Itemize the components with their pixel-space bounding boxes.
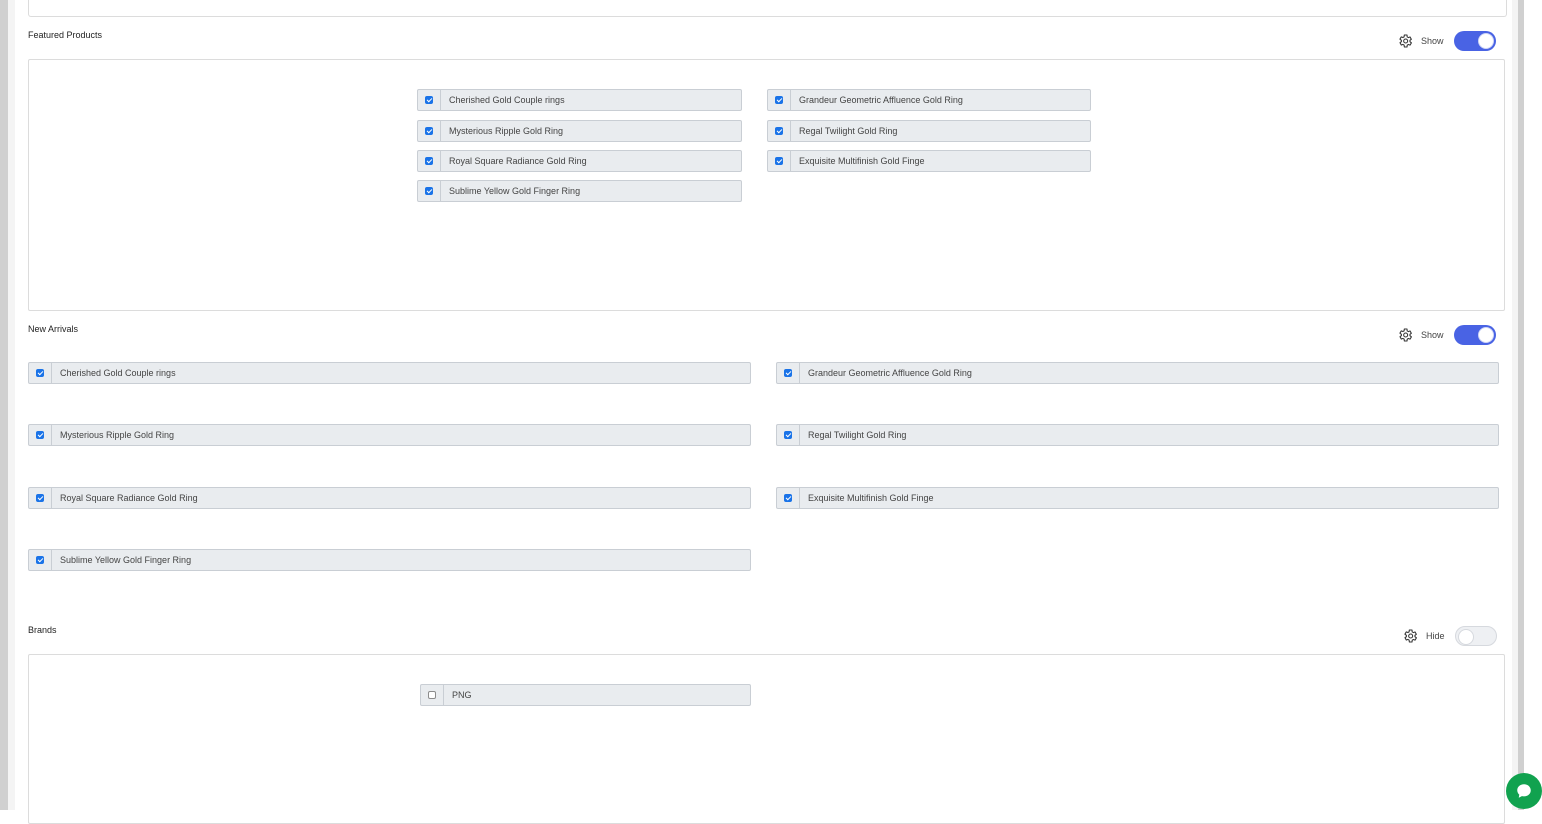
item-checkbox[interactable] bbox=[425, 96, 433, 104]
checkbox-cell bbox=[777, 425, 800, 445]
arrival-item-3[interactable]: Mysterious Ripple Gold Ring bbox=[28, 424, 751, 446]
item-checkbox[interactable] bbox=[36, 556, 44, 564]
featured-item-4[interactable]: Regal Twilight Gold Ring bbox=[767, 120, 1091, 142]
item-label: Royal Square Radiance Gold Ring bbox=[60, 493, 198, 503]
item-checkbox[interactable] bbox=[425, 127, 433, 135]
item-checkbox[interactable] bbox=[36, 494, 44, 502]
gear-icon[interactable] bbox=[1397, 33, 1413, 49]
featured-item-3[interactable]: Mysterious Ripple Gold Ring bbox=[417, 120, 742, 142]
item-label: Royal Square Radiance Gold Ring bbox=[449, 156, 587, 166]
item-checkbox[interactable] bbox=[775, 127, 783, 135]
checkbox-cell bbox=[418, 151, 441, 171]
item-label: Exquisite Multifinish Gold Finge bbox=[808, 493, 934, 503]
featured-products-panel: Cherished Gold Couple rings Grandeur Geo… bbox=[28, 59, 1505, 311]
featured-item-7[interactable]: Sublime Yellow Gold Finger Ring bbox=[417, 180, 742, 202]
previous-section-panel bbox=[28, 0, 1507, 17]
new-arrivals-visibility-label: Show bbox=[1421, 330, 1444, 340]
item-label: Exquisite Multifinish Gold Finge bbox=[799, 156, 925, 166]
brands-toggle[interactable] bbox=[1454, 626, 1497, 646]
checkbox-cell bbox=[29, 488, 52, 508]
item-checkbox[interactable] bbox=[36, 369, 44, 377]
item-checkbox[interactable] bbox=[36, 431, 44, 439]
arrival-item-1[interactable]: Cherished Gold Couple rings bbox=[28, 362, 751, 384]
checkbox-cell bbox=[768, 151, 791, 171]
item-checkbox[interactable] bbox=[425, 187, 433, 195]
gear-icon[interactable] bbox=[1402, 628, 1418, 644]
item-checkbox[interactable] bbox=[428, 691, 436, 699]
checkbox-cell bbox=[29, 425, 52, 445]
brand-item-png[interactable]: PNG bbox=[420, 684, 751, 706]
brands-title: Brands bbox=[28, 625, 57, 635]
featured-item-1[interactable]: Cherished Gold Couple rings bbox=[417, 89, 742, 111]
toggle-knob bbox=[1477, 327, 1494, 343]
item-label: Grandeur Geometric Affluence Gold Ring bbox=[808, 368, 972, 378]
item-label: PNG bbox=[452, 690, 472, 700]
checkbox-cell bbox=[768, 121, 791, 141]
checkbox-cell bbox=[418, 90, 441, 110]
item-checkbox[interactable] bbox=[425, 157, 433, 165]
item-label: Mysterious Ripple Gold Ring bbox=[449, 126, 564, 136]
checkbox-cell bbox=[418, 181, 441, 201]
featured-products-toggle[interactable] bbox=[1453, 31, 1496, 51]
checkbox-cell bbox=[777, 488, 800, 508]
featured-products-title: Featured Products bbox=[28, 30, 103, 40]
item-checkbox[interactable] bbox=[784, 431, 792, 439]
item-label: Cherished Gold Couple rings bbox=[449, 95, 565, 105]
item-label: Regal Twilight Gold Ring bbox=[799, 126, 898, 136]
arrival-item-7[interactable]: Sublime Yellow Gold Finger Ring bbox=[28, 549, 751, 571]
item-checkbox[interactable] bbox=[775, 96, 783, 104]
checkbox-cell bbox=[777, 363, 800, 383]
checkbox-cell bbox=[29, 363, 52, 383]
new-arrivals-toggle[interactable] bbox=[1453, 325, 1496, 345]
toggle-knob bbox=[1477, 33, 1494, 49]
item-label: Sublime Yellow Gold Finger Ring bbox=[60, 555, 192, 565]
brands-controls: Hide bbox=[1402, 626, 1497, 646]
item-checkbox[interactable] bbox=[775, 157, 783, 165]
item-label: Sublime Yellow Gold Finger Ring bbox=[449, 186, 581, 196]
checkbox-cell bbox=[418, 121, 441, 141]
page-frame-left bbox=[0, 0, 8, 810]
arrival-item-6[interactable]: Exquisite Multifinish Gold Finge bbox=[776, 487, 1499, 509]
new-arrivals-controls: Show bbox=[1397, 325, 1496, 345]
page-scrollbar[interactable] bbox=[1518, 0, 1524, 810]
featured-products-controls: Show bbox=[1397, 31, 1496, 51]
chat-bubble-icon bbox=[1517, 784, 1531, 798]
chat-button[interactable] bbox=[1506, 773, 1542, 809]
page-gutter-left bbox=[8, 0, 15, 810]
featured-item-5[interactable]: Royal Square Radiance Gold Ring bbox=[417, 150, 742, 172]
arrival-item-2[interactable]: Grandeur Geometric Affluence Gold Ring bbox=[776, 362, 1499, 384]
item-checkbox[interactable] bbox=[784, 369, 792, 377]
item-label: Mysterious Ripple Gold Ring bbox=[60, 430, 175, 440]
featured-item-2[interactable]: Grandeur Geometric Affluence Gold Ring bbox=[767, 89, 1091, 111]
toggle-knob bbox=[1457, 629, 1474, 645]
checkbox-cell bbox=[768, 90, 791, 110]
new-arrivals-title: New Arrivals bbox=[28, 324, 79, 334]
arrival-item-5[interactable]: Royal Square Radiance Gold Ring bbox=[28, 487, 751, 509]
featured-products-visibility-label: Show bbox=[1421, 36, 1444, 46]
item-checkbox[interactable] bbox=[784, 494, 792, 502]
checkbox-cell bbox=[421, 685, 444, 705]
brands-panel: PNG bbox=[28, 654, 1505, 824]
gear-icon[interactable] bbox=[1397, 327, 1413, 343]
arrival-item-4[interactable]: Regal Twilight Gold Ring bbox=[776, 424, 1499, 446]
featured-item-6[interactable]: Exquisite Multifinish Gold Finge bbox=[767, 150, 1091, 172]
brands-visibility-label: Hide bbox=[1426, 631, 1445, 641]
item-label: Cherished Gold Couple rings bbox=[60, 368, 176, 378]
checkbox-cell bbox=[29, 550, 52, 570]
item-label: Regal Twilight Gold Ring bbox=[808, 430, 907, 440]
item-label: Grandeur Geometric Affluence Gold Ring bbox=[799, 95, 963, 105]
